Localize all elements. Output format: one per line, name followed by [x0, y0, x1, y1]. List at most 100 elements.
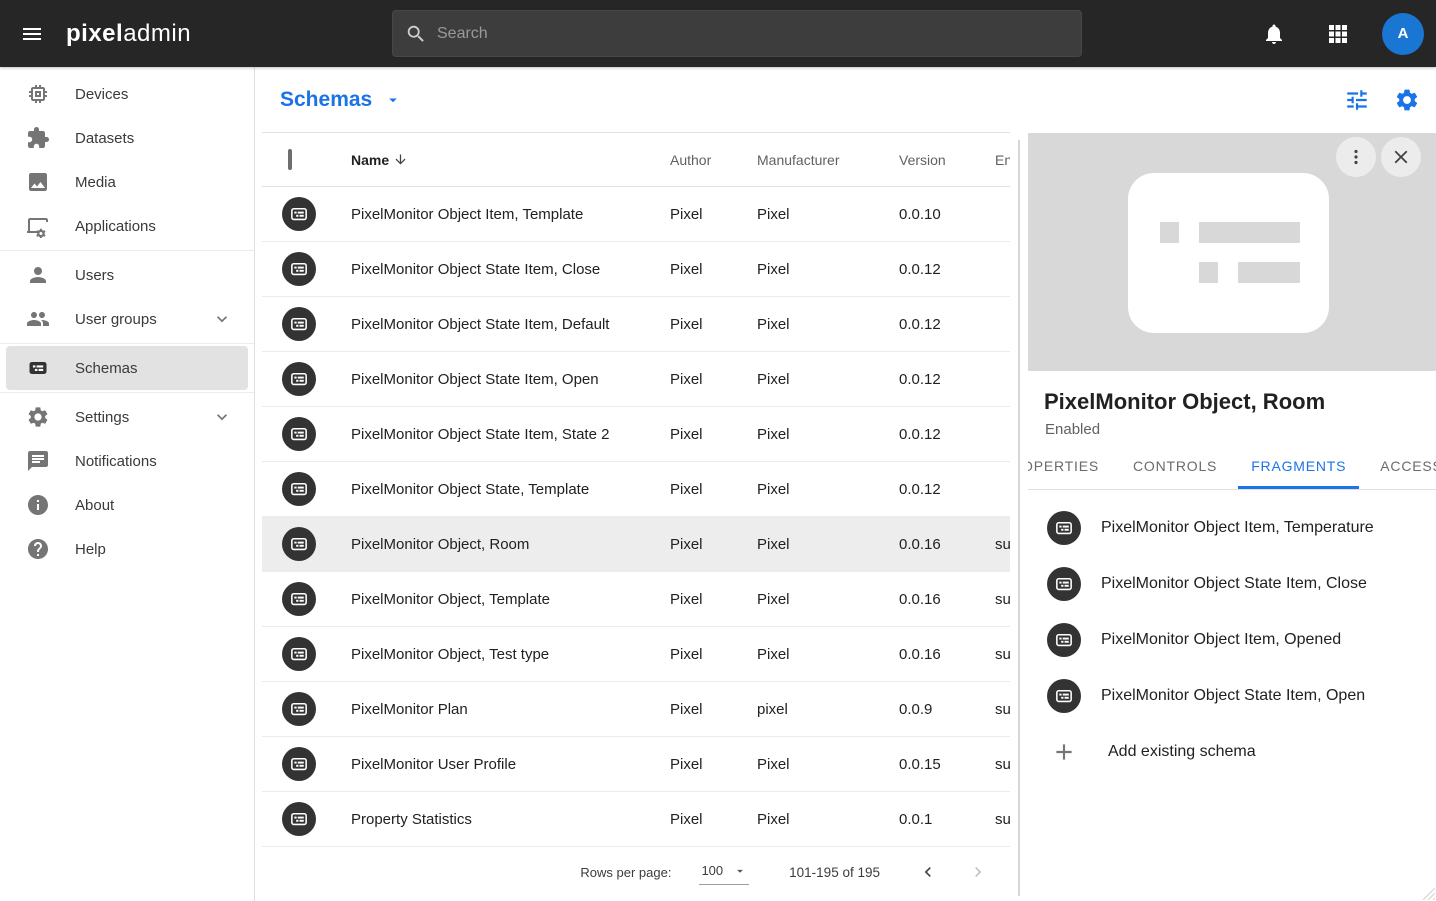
fragment-label: PixelMonitor Object State Item, Open	[1101, 687, 1365, 705]
app-logo: pixeladmin	[66, 20, 191, 48]
sidebar-item-applications[interactable]: Applications	[6, 204, 248, 248]
notifications-bell-icon[interactable]	[1254, 14, 1294, 54]
column-header-name[interactable]: Name	[351, 152, 670, 168]
schema-icon	[282, 362, 316, 396]
sidebar-divider	[0, 392, 254, 393]
next-page-button[interactable]	[964, 858, 992, 886]
sidebar-item-schemas[interactable]: Schemas	[6, 346, 248, 390]
tab-fragments[interactable]: FRAGMENTS	[1238, 458, 1359, 489]
table-row[interactable]: PixelMonitor Object Item, Template Pixel…	[262, 187, 1010, 242]
image-icon	[26, 170, 50, 194]
previous-page-button[interactable]	[914, 858, 942, 886]
cell-version: 0.0.10	[899, 206, 975, 223]
cell-name: PixelMonitor Object State, Template	[351, 481, 670, 498]
cell-manufacturer: Pixel	[757, 756, 899, 773]
chevron-down-icon	[212, 309, 232, 329]
column-header-enabled[interactable]: En	[975, 152, 1010, 168]
cell-version: 0.0.12	[899, 481, 975, 498]
rows-per-page-select[interactable]: 100	[699, 859, 749, 885]
sidebar-item-media[interactable]: Media	[6, 160, 248, 204]
table-row[interactable]: PixelMonitor Object State Item, Open Pix…	[262, 352, 1010, 407]
cell-manufacturer: pixel	[757, 701, 899, 718]
cell-author: Pixel	[670, 371, 757, 388]
page-title-dropdown[interactable]: Schemas	[280, 88, 402, 112]
more-options-button[interactable]	[1336, 137, 1376, 177]
sidebar-item-settings[interactable]: Settings	[6, 395, 248, 439]
table-row[interactable]: PixelMonitor Plan Pixel pixel 0.0.9 su	[262, 682, 1010, 737]
cell-manufacturer: Pixel	[757, 811, 899, 828]
cell-name: PixelMonitor Object, Room	[351, 536, 670, 553]
table-row[interactable]: PixelMonitor Object, Template Pixel Pixe…	[262, 572, 1010, 627]
table-row[interactable]: Property Statistics Pixel Pixel 0.0.1 su	[262, 792, 1010, 847]
schema-icon	[282, 197, 316, 231]
table-row[interactable]: PixelMonitor Object State Item, State 2 …	[262, 407, 1010, 462]
table-row[interactable]: PixelMonitor Object State, Template Pixe…	[262, 462, 1010, 517]
schema-icon	[1047, 511, 1081, 545]
logo-light: admin	[123, 20, 191, 47]
avatar-initial: A	[1398, 25, 1409, 42]
message-icon	[26, 449, 50, 473]
schema-icon	[26, 356, 50, 380]
column-header-manufacturer[interactable]: Manufacturer	[757, 152, 899, 168]
search-input[interactable]	[437, 25, 1069, 43]
filter-tune-icon[interactable]	[1344, 87, 1370, 113]
table-pagination: Rows per page: 100 101-195 of 195	[262, 847, 1010, 897]
settings-gear-icon[interactable]	[1394, 87, 1420, 113]
add-existing-schema-button[interactable]: Add existing schema	[1028, 724, 1436, 780]
menu-icon[interactable]	[14, 16, 50, 52]
cell-author: Pixel	[670, 261, 757, 278]
fragments-list: PixelMonitor Object Item, Temperature Pi…	[1028, 500, 1436, 780]
apps-grid-icon[interactable]	[1318, 14, 1358, 54]
search-box[interactable]	[392, 10, 1082, 57]
schema-icon	[282, 417, 316, 451]
table-scrollbar[interactable]	[1018, 140, 1020, 896]
cell-manufacturer: Pixel	[757, 426, 899, 443]
add-existing-schema-label: Add existing schema	[1108, 743, 1256, 761]
sidebar-item-label: Help	[75, 541, 106, 558]
select-all-checkbox[interactable]	[288, 149, 292, 170]
column-header-version[interactable]: Version	[899, 152, 975, 168]
user-avatar[interactable]: A	[1382, 13, 1424, 55]
cell-author: Pixel	[670, 591, 757, 608]
resize-grip-icon[interactable]	[1419, 884, 1435, 900]
caret-down-icon	[384, 91, 402, 109]
sidebar-item-about[interactable]: About	[6, 483, 248, 527]
table-row-selected[interactable]: PixelMonitor Object, Room Pixel Pixel 0.…	[262, 517, 1010, 572]
tab-controls[interactable]: CONTROLS	[1120, 458, 1230, 489]
tab-properties[interactable]: PROPERTIES	[1028, 458, 1112, 489]
gear-icon	[26, 405, 50, 429]
cell-enabled: su	[975, 536, 1010, 553]
cell-manufacturer: Pixel	[757, 646, 899, 663]
sidebar-item-label: Schemas	[75, 360, 138, 377]
cell-name: PixelMonitor Object State Item, Close	[351, 261, 670, 278]
fragment-item[interactable]: PixelMonitor Object Item, Opened	[1028, 612, 1436, 668]
sidebar-nav: Devices Datasets Media Applications User…	[0, 67, 255, 901]
close-panel-button[interactable]	[1381, 137, 1421, 177]
device-gear-icon	[26, 214, 50, 238]
sidebar-item-devices[interactable]: Devices	[6, 72, 248, 116]
table-row[interactable]: PixelMonitor Object State Item, Default …	[262, 297, 1010, 352]
chevron-left-icon	[918, 862, 938, 882]
cell-author: Pixel	[670, 481, 757, 498]
fragment-item[interactable]: PixelMonitor Object Item, Temperature	[1028, 500, 1436, 556]
sidebar-item-users[interactable]: Users	[6, 253, 248, 297]
sidebar-item-notifications[interactable]: Notifications	[6, 439, 248, 483]
fragment-item[interactable]: PixelMonitor Object State Item, Open	[1028, 668, 1436, 724]
cell-manufacturer: Pixel	[757, 316, 899, 333]
tab-access[interactable]: ACCESS	[1367, 458, 1436, 489]
sidebar-item-datasets[interactable]: Datasets	[6, 116, 248, 160]
table-row[interactable]: PixelMonitor Object, Test type Pixel Pix…	[262, 627, 1010, 682]
cell-name: PixelMonitor Object State Item, Open	[351, 371, 670, 388]
sidebar-item-user-groups[interactable]: User groups	[6, 297, 248, 341]
fragment-item[interactable]: PixelMonitor Object State Item, Close	[1028, 556, 1436, 612]
table-row[interactable]: PixelMonitor Object State Item, Close Pi…	[262, 242, 1010, 297]
column-header-author[interactable]: Author	[670, 152, 757, 168]
schemas-table: Name Author Manufacturer Version En Pixe…	[262, 132, 1010, 897]
cell-author: Pixel	[670, 206, 757, 223]
sidebar-item-label: About	[75, 497, 114, 514]
sidebar-item-help[interactable]: Help	[6, 527, 248, 571]
fragment-label: PixelMonitor Object State Item, Close	[1101, 575, 1367, 593]
cell-version: 0.0.12	[899, 371, 975, 388]
table-row[interactable]: PixelMonitor User Profile Pixel Pixel 0.…	[262, 737, 1010, 792]
cell-version: 0.0.16	[899, 646, 975, 663]
